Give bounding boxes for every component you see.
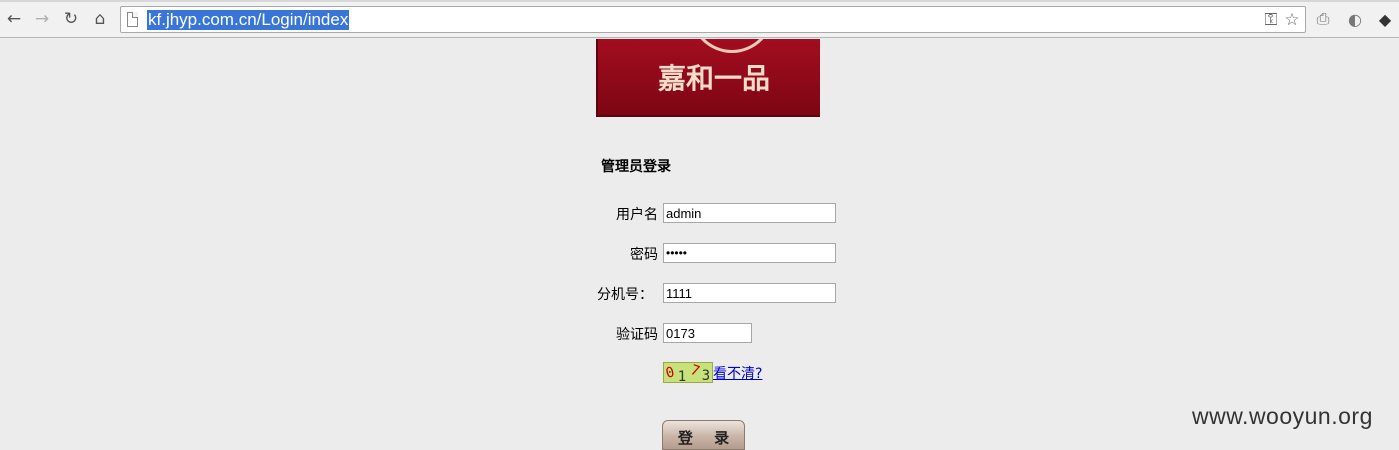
login-form-title: 管理员登录 (601, 159, 671, 175)
browser-toolbar: ← → ↻ ⌂ kf.jhyp.com.cn/Login/index ⚿ ☆ ⎙… (0, 0, 1399, 38)
print-icon[interactable]: ⎙ (1312, 8, 1334, 30)
refresh-captcha-link[interactable]: 看不清? (713, 363, 762, 383)
page-icon (127, 12, 138, 27)
home-icon[interactable]: ⌂ (90, 9, 110, 29)
tab-strip (0, 0, 1399, 2)
reload-icon[interactable]: ↻ (61, 9, 81, 29)
login-button[interactable]: 登 录 (662, 420, 745, 450)
watermark-text: www.wooyun.org (1192, 403, 1373, 429)
captcha-char: 7 (687, 361, 702, 380)
brand-banner: 嘉和一品 (596, 39, 820, 117)
menu-icon[interactable]: ◆ (1374, 8, 1396, 30)
captcha-char: 3 (701, 367, 711, 384)
star-icon[interactable]: ☆ (1282, 10, 1302, 30)
back-icon[interactable]: ← (4, 9, 24, 29)
key-icon[interactable]: ⚿ (1261, 10, 1281, 30)
address-bar[interactable]: kf.jhyp.com.cn/Login/index ⚿ ☆ (120, 6, 1306, 33)
captcha-char: 1 (677, 368, 687, 385)
captcha-label: 验证码 (616, 327, 658, 343)
forward-icon[interactable]: → (32, 9, 52, 29)
password-input[interactable]: ••••• (663, 243, 836, 263)
logo-emblem (690, 39, 774, 53)
captcha-image[interactable]: 0 1 7 3 (663, 361, 713, 385)
extension-label: 分机号： (597, 287, 653, 303)
page-content: 嘉和一品 管理员登录 用户名 密码 ••••• 分机号： 验证码 0 1 7 3… (0, 39, 1399, 450)
captcha-input[interactable] (663, 323, 752, 343)
password-label: 密码 (630, 247, 658, 263)
extension-input[interactable] (663, 283, 836, 303)
username-label: 用户名 (616, 207, 658, 223)
username-input[interactable] (663, 203, 836, 223)
url-text[interactable]: kf.jhyp.com.cn/Login/index (147, 10, 350, 30)
captcha-char: 0 (663, 363, 677, 382)
brand-logo-text: 嘉和一品 (658, 62, 771, 95)
globe-icon[interactable]: ◐ (1344, 8, 1366, 30)
